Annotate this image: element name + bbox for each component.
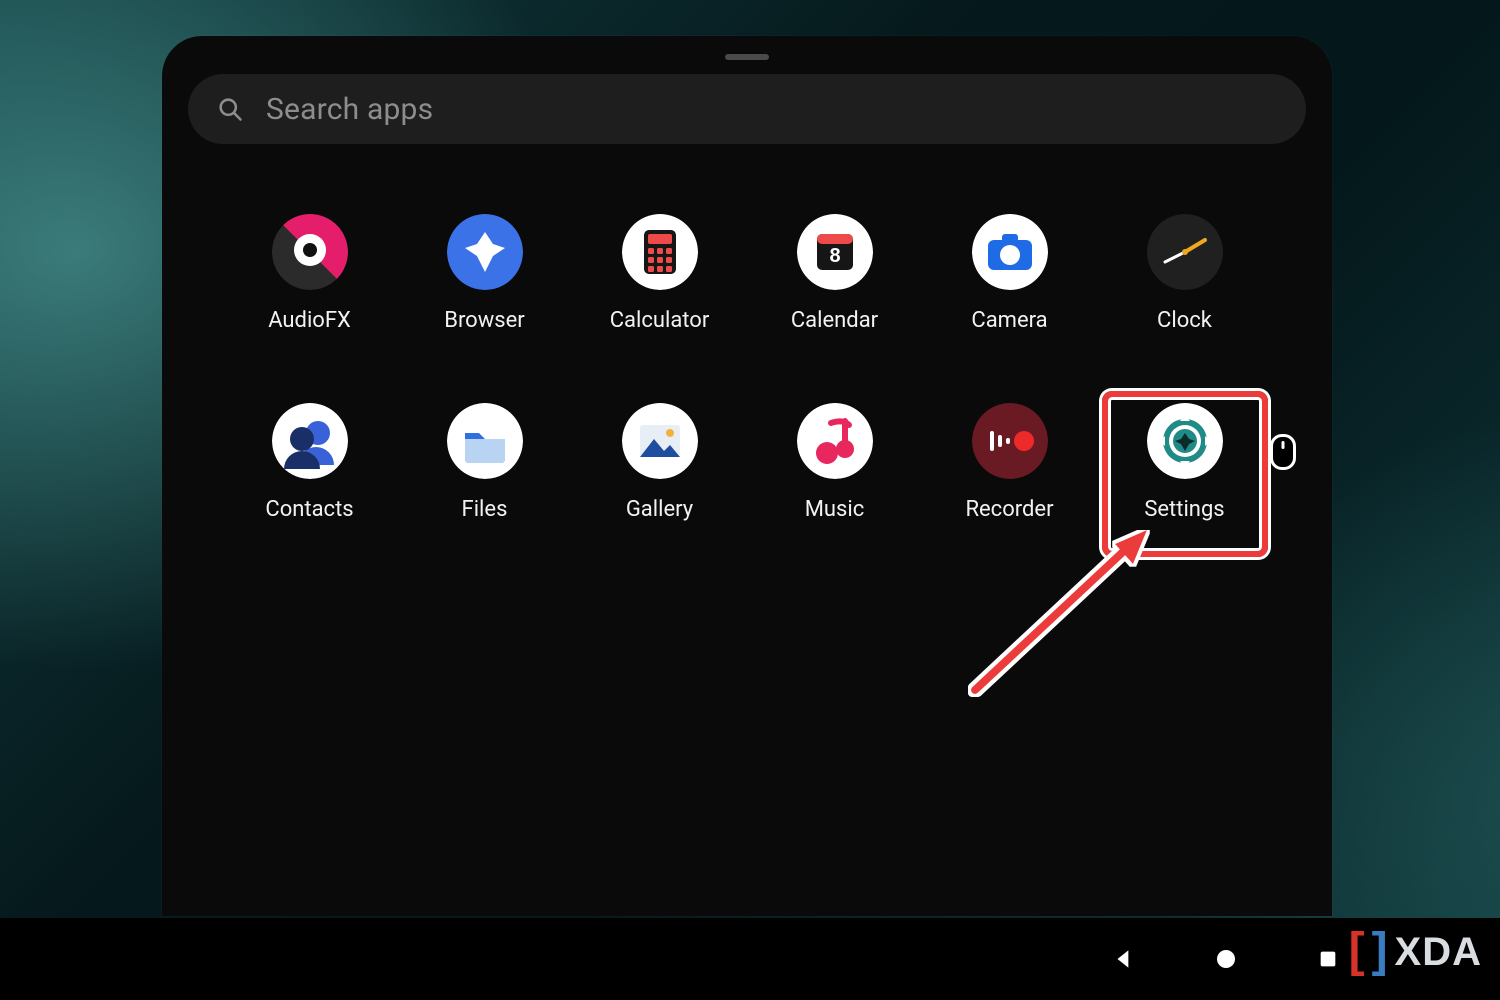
app-clock[interactable]: Clock xyxy=(1097,214,1272,333)
app-camera[interactable]: Camera xyxy=(922,214,1097,333)
app-browser[interactable]: Browser xyxy=(397,214,572,333)
watermark-text: XDA xyxy=(1395,930,1482,975)
watermark-bracket-left-icon: [ xyxy=(1349,923,1366,978)
calculator-icon xyxy=(622,214,698,290)
app-settings[interactable]: Settings xyxy=(1097,403,1272,522)
nav-back-button[interactable] xyxy=(1107,942,1141,976)
app-calendar[interactable]: 8 Calendar xyxy=(747,214,922,333)
contacts-icon xyxy=(272,403,348,479)
app-files[interactable]: Files xyxy=(397,403,572,522)
audiofx-icon xyxy=(272,214,348,290)
svg-text:8: 8 xyxy=(829,245,840,267)
recorder-icon xyxy=(972,403,1048,479)
browser-icon xyxy=(447,214,523,290)
app-label: Gallery xyxy=(626,497,693,522)
app-label: Settings xyxy=(1144,497,1224,522)
desktop-wallpaper: Search apps AudioFX xyxy=(0,0,1500,1000)
search-placeholder-text: Search apps xyxy=(266,92,433,127)
app-calculator[interactable]: Calculator xyxy=(572,214,747,333)
app-recorder[interactable]: Recorder xyxy=(922,403,1097,522)
app-contacts[interactable]: Contacts xyxy=(222,403,397,522)
gallery-icon xyxy=(622,403,698,479)
drawer-drag-handle[interactable] xyxy=(725,54,769,60)
clock-icon xyxy=(1147,214,1223,290)
camera-icon xyxy=(972,214,1048,290)
files-icon xyxy=(447,403,523,479)
app-label: Clock xyxy=(1157,308,1212,333)
nav-home-button[interactable] xyxy=(1209,942,1243,976)
app-gallery[interactable]: Gallery xyxy=(572,403,747,522)
search-apps-input[interactable]: Search apps xyxy=(188,74,1306,144)
app-music[interactable]: Music xyxy=(747,403,922,522)
music-icon xyxy=(797,403,873,479)
app-label: Calendar xyxy=(791,308,878,333)
system-navbar xyxy=(0,918,1500,1000)
nav-recent-button[interactable] xyxy=(1311,942,1345,976)
app-grid: AudioFX Browser xyxy=(162,214,1332,522)
watermark-bracket-right-icon: ] xyxy=(1372,923,1389,978)
app-label: Contacts xyxy=(265,497,353,522)
app-label: Camera xyxy=(971,308,1047,333)
app-drawer: Search apps AudioFX xyxy=(162,36,1332,916)
settings-icon xyxy=(1147,403,1223,479)
app-label: Music xyxy=(805,497,865,522)
app-label: Recorder xyxy=(965,497,1053,522)
xda-watermark: [] XDA xyxy=(1349,925,1482,980)
app-label: Browser xyxy=(444,308,525,333)
app-label: Files xyxy=(462,497,508,522)
app-label: Calculator xyxy=(610,308,710,333)
app-label: AudioFX xyxy=(268,308,351,333)
app-audiofx[interactable]: AudioFX xyxy=(222,214,397,333)
scroll-hint-icon xyxy=(1270,434,1296,470)
search-icon xyxy=(216,95,244,123)
calendar-icon: 8 xyxy=(797,214,873,290)
